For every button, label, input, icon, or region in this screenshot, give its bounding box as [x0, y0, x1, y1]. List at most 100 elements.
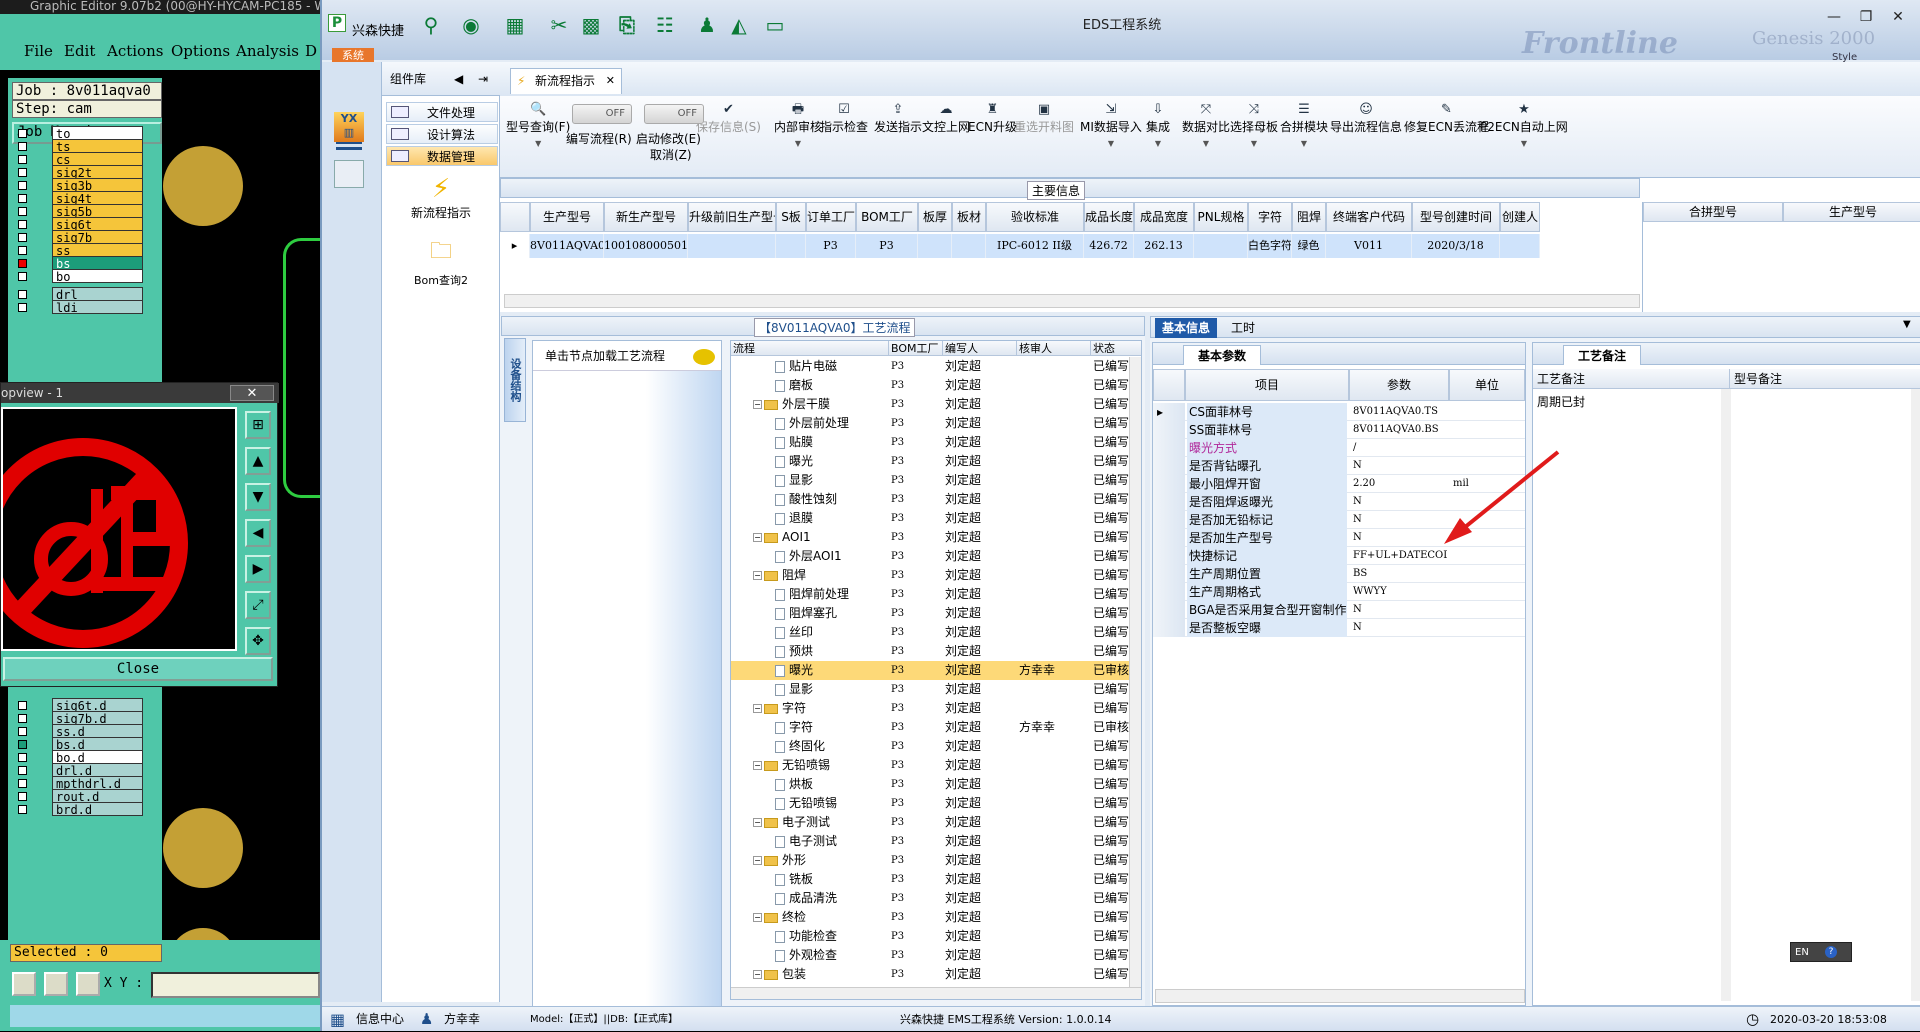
- grid-column-header[interactable]: 终端客户代码: [1326, 202, 1412, 232]
- model-notes-vscrollbar[interactable]: [1911, 389, 1920, 1001]
- grid-column-header[interactable]: 成品宽度: [1134, 202, 1194, 232]
- menu-actions[interactable]: Actions: [107, 42, 163, 60]
- chevron-down-icon[interactable]: ▼: [1480, 139, 1568, 148]
- copy-icon[interactable]: ⎘: [614, 12, 640, 38]
- expand-icon[interactable]: −: [753, 970, 762, 979]
- ribbon-button[interactable]: ✎ 修复ECN丢流程: [1404, 102, 1489, 135]
- grid-hscrollbar[interactable]: [504, 294, 1640, 308]
- table-icon[interactable]: ▦: [502, 12, 528, 38]
- tree-node[interactable]: 电子测试: [731, 832, 863, 851]
- expand-icon[interactable]: −: [753, 818, 762, 827]
- tree-row[interactable]: 曝光 P3 刘定超 方幸幸 已审核: [731, 661, 1141, 680]
- popview-close-button[interactable]: Close: [3, 657, 273, 681]
- layer-checkbox[interactable]: [18, 272, 27, 281]
- tree-node[interactable]: − 终检: [731, 908, 863, 927]
- bom-query-button[interactable]: 🗀 Bom查询2: [382, 234, 500, 288]
- ribbon-button[interactable]: ☰ 合拼模块 ▼: [1280, 102, 1328, 148]
- tree-row[interactable]: − 阻焊 P3 刘定超 已编写: [731, 566, 1141, 585]
- tree-node[interactable]: − 外形: [731, 851, 863, 870]
- tree-node[interactable]: 退膜: [731, 509, 863, 528]
- grid-column-header[interactable]: 验收标准: [986, 202, 1084, 232]
- tree-row[interactable]: 成品清洗 P3 刘定超 已编写: [731, 889, 1141, 908]
- ribbon-button[interactable]: ♜ ECN升级: [968, 102, 1017, 135]
- layer-row[interactable]: bo: [12, 269, 143, 284]
- tree-row[interactable]: 磨板 P3 刘定超 已编写: [731, 376, 1141, 395]
- calculator-icon[interactable]: [334, 160, 364, 188]
- grid-column-header[interactable]: 阻焊: [1292, 202, 1326, 232]
- layer-checkbox[interactable]: [18, 714, 27, 723]
- nav-pin-icon[interactable]: ⇥: [478, 62, 488, 96]
- tree-row[interactable]: − 外形 P3 刘定超 已编写: [731, 851, 1141, 870]
- tree-node[interactable]: − 电子测试: [731, 813, 863, 832]
- view-down-icon[interactable]: ▼: [245, 483, 271, 511]
- layer-checkbox[interactable]: [18, 181, 27, 190]
- minimize-icon[interactable]: —: [1820, 8, 1848, 28]
- tree-node[interactable]: 显影: [731, 471, 863, 490]
- layer-checkbox[interactable]: [18, 233, 27, 242]
- ribbon-button[interactable]: ⇩ 集成 ▼: [1146, 102, 1170, 148]
- list-icon[interactable]: ☷: [652, 12, 678, 38]
- ribbon-button[interactable]: ⤧ 数据对比 ▼: [1182, 102, 1230, 148]
- ribbon-button[interactable]: ★ P2ECN自动上网 ▼: [1480, 102, 1568, 148]
- tree-node[interactable]: 字符: [731, 718, 863, 737]
- layer-checkbox[interactable]: [18, 740, 27, 749]
- view-pan-icon[interactable]: ✥: [245, 627, 271, 655]
- tree-row[interactable]: 外层前处理 P3 刘定超 已编写: [731, 414, 1141, 433]
- grid-column-header[interactable]: 型号创建时间: [1412, 202, 1500, 232]
- tree-row[interactable]: − 终检 P3 刘定超 已编写: [731, 908, 1141, 927]
- tree-node[interactable]: 功能检查: [731, 927, 863, 946]
- tree-node[interactable]: − 外层干膜: [731, 395, 863, 414]
- tree-row[interactable]: 阻焊塞孔 P3 刘定超 已编写: [731, 604, 1141, 623]
- ribbon-button[interactable]: ⇲ MI数据导入 ▼: [1080, 102, 1142, 148]
- tree-node[interactable]: 外观检查: [731, 946, 863, 965]
- tree-row[interactable]: 曝光 P3 刘定超 已编写: [731, 452, 1141, 471]
- tree-row[interactable]: − 包装 P3 刘定超 已编写: [731, 965, 1141, 984]
- chevron-down-icon[interactable]: ▼: [1146, 139, 1170, 148]
- menu-file[interactable]: File: [24, 42, 53, 60]
- tree-node[interactable]: − AOI1: [731, 528, 863, 547]
- tree-node[interactable]: 阻焊前处理: [731, 585, 863, 604]
- layer-checkbox[interactable]: [18, 303, 27, 312]
- expand-icon[interactable]: −: [753, 913, 762, 922]
- tree-row[interactable]: 字符 P3 刘定超 方幸幸 已审核: [731, 718, 1141, 737]
- popview-close-x[interactable]: ✕: [230, 385, 274, 401]
- chevron-down-icon[interactable]: ▼: [1080, 139, 1142, 148]
- help-icon[interactable]: ?: [1825, 946, 1837, 958]
- new-process-instruction-button[interactable]: ⚡ 新流程指示: [382, 174, 500, 221]
- cancel-modify-label[interactable]: 取消(Z): [650, 146, 692, 163]
- tree-node[interactable]: 铣板: [731, 870, 863, 889]
- language-bar[interactable]: EN ?: [1790, 942, 1852, 962]
- notes-vscrollbar[interactable]: [1721, 389, 1731, 1001]
- tree-row[interactable]: 终固化 P3 刘定超 已编写: [731, 737, 1141, 756]
- menu-edit[interactable]: Edit: [64, 42, 95, 60]
- tree-row[interactable]: 贴膜 P3 刘定超 已编写: [731, 433, 1141, 452]
- restore-icon[interactable]: ❐: [1852, 8, 1880, 28]
- tree-row[interactable]: 电子测试 P3 刘定超 已编写: [731, 832, 1141, 851]
- tree-node[interactable]: − 阻焊: [731, 566, 863, 585]
- tree-row[interactable]: 外层AOI1 P3 刘定超 已编写: [731, 547, 1141, 566]
- layer-checkbox[interactable]: [18, 805, 27, 814]
- layer-checkbox[interactable]: [18, 194, 27, 203]
- tree-node[interactable]: 显影: [731, 680, 863, 699]
- monitor-icon[interactable]: ▭: [762, 12, 788, 38]
- tree-node[interactable]: 酸性蚀刻: [731, 490, 863, 509]
- tree-node[interactable]: 阻焊塞孔: [731, 604, 863, 623]
- ribbon-button[interactable]: ☑ 指示检查: [820, 102, 868, 135]
- vertical-tab-structure[interactable]: 设备结构: [504, 338, 526, 422]
- param-row[interactable]: 生产周期位置 BS: [1153, 565, 1525, 583]
- tree-row[interactable]: 烘板 P3 刘定超 已编写: [731, 775, 1141, 794]
- layer-checkbox[interactable]: [18, 246, 27, 255]
- ribbon-button[interactable]: ☁ 文控上网: [922, 102, 970, 135]
- menu-analysis[interactable]: Analysis: [236, 42, 299, 60]
- tree-row[interactable]: 阻焊前处理 P3 刘定超 已编写: [731, 585, 1141, 604]
- chart-icon[interactable]: ◭: [726, 12, 752, 38]
- grid-column-header[interactable]: 升级前旧生产型号: [688, 202, 776, 232]
- grid-column-header[interactable]: 生产型号: [530, 202, 604, 232]
- view-left-icon[interactable]: ◀: [245, 519, 271, 547]
- tree-row[interactable]: − 无铅喷锡 P3 刘定超 已编写: [731, 756, 1141, 775]
- tree-node[interactable]: 丝印: [731, 623, 863, 642]
- param-row[interactable]: BGA是否采用复合型开窗制作 N: [1153, 601, 1525, 619]
- tree-row[interactable]: 预烘 P3 刘定超 已编写: [731, 642, 1141, 661]
- tab-close-icon[interactable]: ✕: [606, 69, 615, 93]
- tree-node[interactable]: 无铅喷锡: [731, 794, 863, 813]
